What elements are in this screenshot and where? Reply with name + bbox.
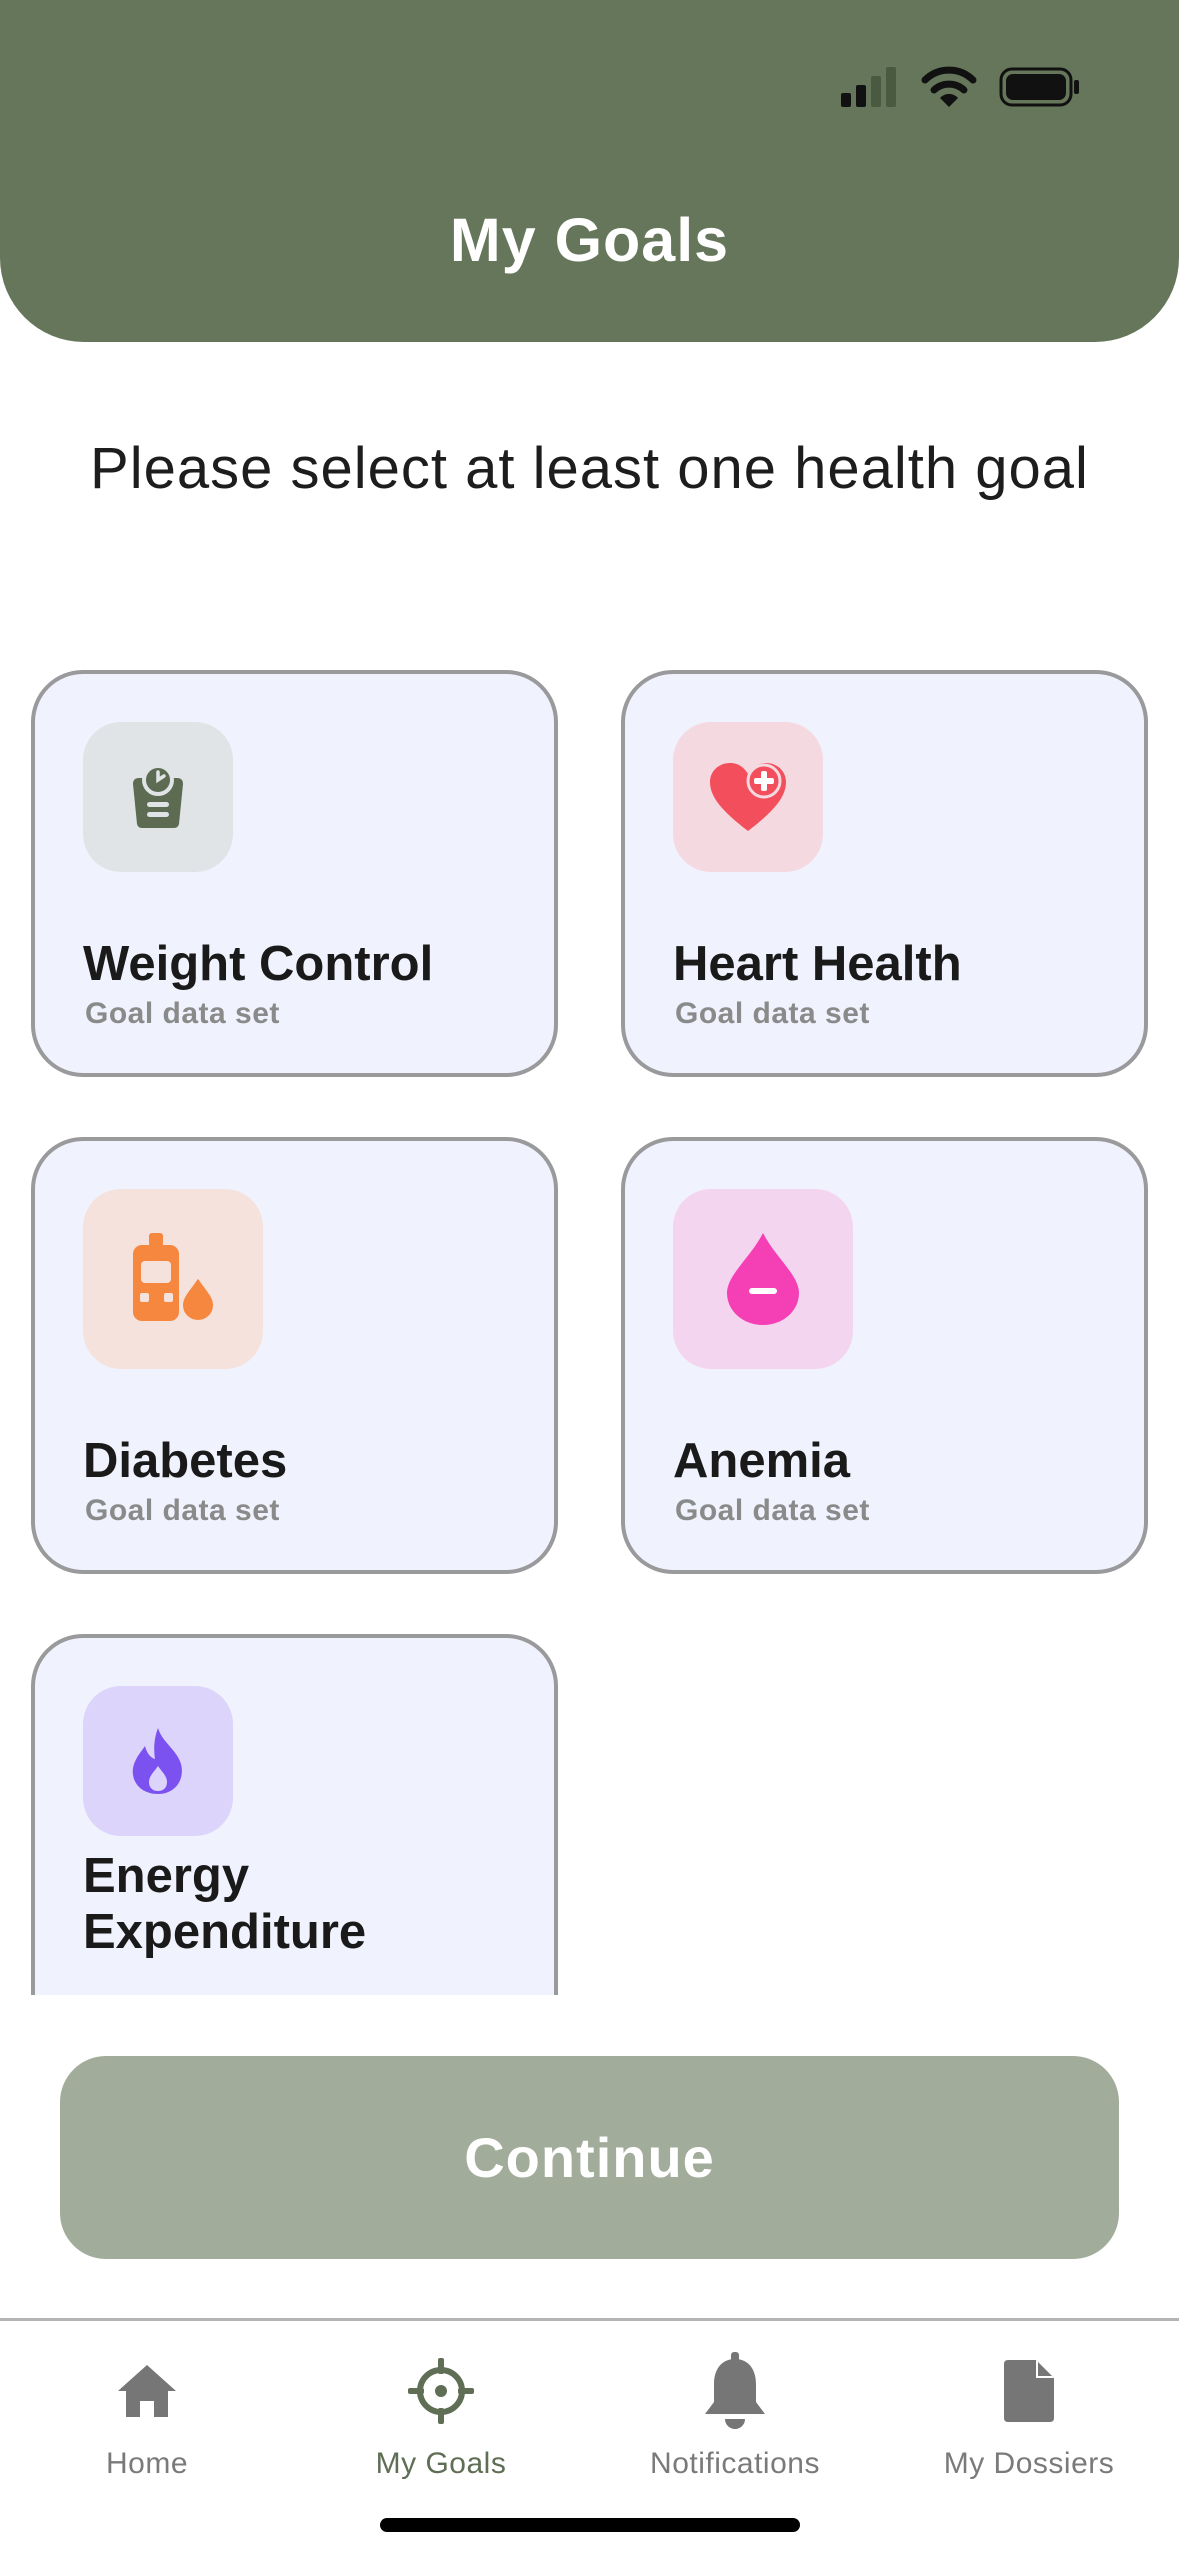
continue-button[interactable]: Continue — [60, 2056, 1119, 2259]
heart-plus-icon — [710, 763, 786, 831]
scale-icon — [133, 764, 183, 828]
goal-status: Goal data set — [675, 1494, 870, 1527]
goal-card-weight-control[interactable]: Weight Control Goal data set — [31, 670, 558, 1077]
cellular-signal-icon — [841, 67, 896, 107]
flame-icon — [132, 1728, 182, 1794]
goal-card-anemia[interactable]: Anemia Goal data set — [621, 1137, 1148, 1574]
home-icon — [118, 2365, 176, 2417]
goal-title-line-2: Expenditure — [83, 1905, 367, 1959]
wifi-icon — [921, 66, 977, 107]
tab-notifications[interactable]: Notifications — [588, 2321, 882, 2491]
goal-status: Goal data set — [675, 997, 870, 1030]
goal-card-heart-health[interactable]: Heart Health Goal data set — [621, 670, 1148, 1077]
document-icon — [1004, 2360, 1054, 2422]
tab-my-goals[interactable]: My Goals — [294, 2321, 588, 2491]
goal-title: Diabetes — [83, 1434, 288, 1488]
tab-label: Notifications — [650, 2447, 820, 2480]
goal-selection-prompt: Please select at least one health goal — [90, 436, 1089, 501]
tab-home[interactable]: Home — [0, 2321, 294, 2491]
tab-my-dossiers[interactable]: My Dossiers — [882, 2321, 1176, 2491]
status-bar-icons — [841, 62, 1081, 112]
goal-icon-container — [673, 1189, 853, 1369]
tab-label: My Dossiers — [943, 2447, 1115, 2480]
battery-icon — [999, 67, 1079, 107]
goal-status: Goal data set — [85, 997, 280, 1030]
goal-card-diabetes[interactable]: Diabetes Goal data set — [31, 1137, 558, 1574]
goal-icon-container — [83, 1686, 233, 1836]
goal-status: Goal data set — [85, 1494, 280, 1527]
goal-title: Anemia — [673, 1434, 851, 1488]
goal-icon-container — [83, 722, 233, 872]
goal-title-line-1: Energy — [83, 1849, 250, 1903]
goal-grid: Weight Control Goal data set Heart Healt… — [0, 660, 1179, 1995]
goal-icon-container — [83, 1189, 263, 1369]
home-indicator — [380, 2518, 800, 2532]
goal-title: Weight Control — [83, 937, 434, 991]
tab-label: My Goals — [375, 2447, 507, 2480]
goal-title: Heart Health — [673, 937, 962, 991]
bell-icon — [705, 2352, 765, 2429]
blood-drop-minus-icon — [727, 1233, 799, 1325]
page-title: My Goals — [449, 206, 730, 274]
goal-card-energy-expenditure[interactable]: Energy Expenditure — [31, 1634, 558, 1995]
glucose-meter-icon — [133, 1233, 218, 1325]
crosshair-icon — [408, 2358, 474, 2424]
my-goals-screen: My Goals Please select at least one heal… — [0, 0, 1179, 2556]
goal-icon-container — [673, 722, 823, 872]
header: My Goals — [0, 0, 1179, 342]
tab-label: Home — [105, 2447, 189, 2480]
